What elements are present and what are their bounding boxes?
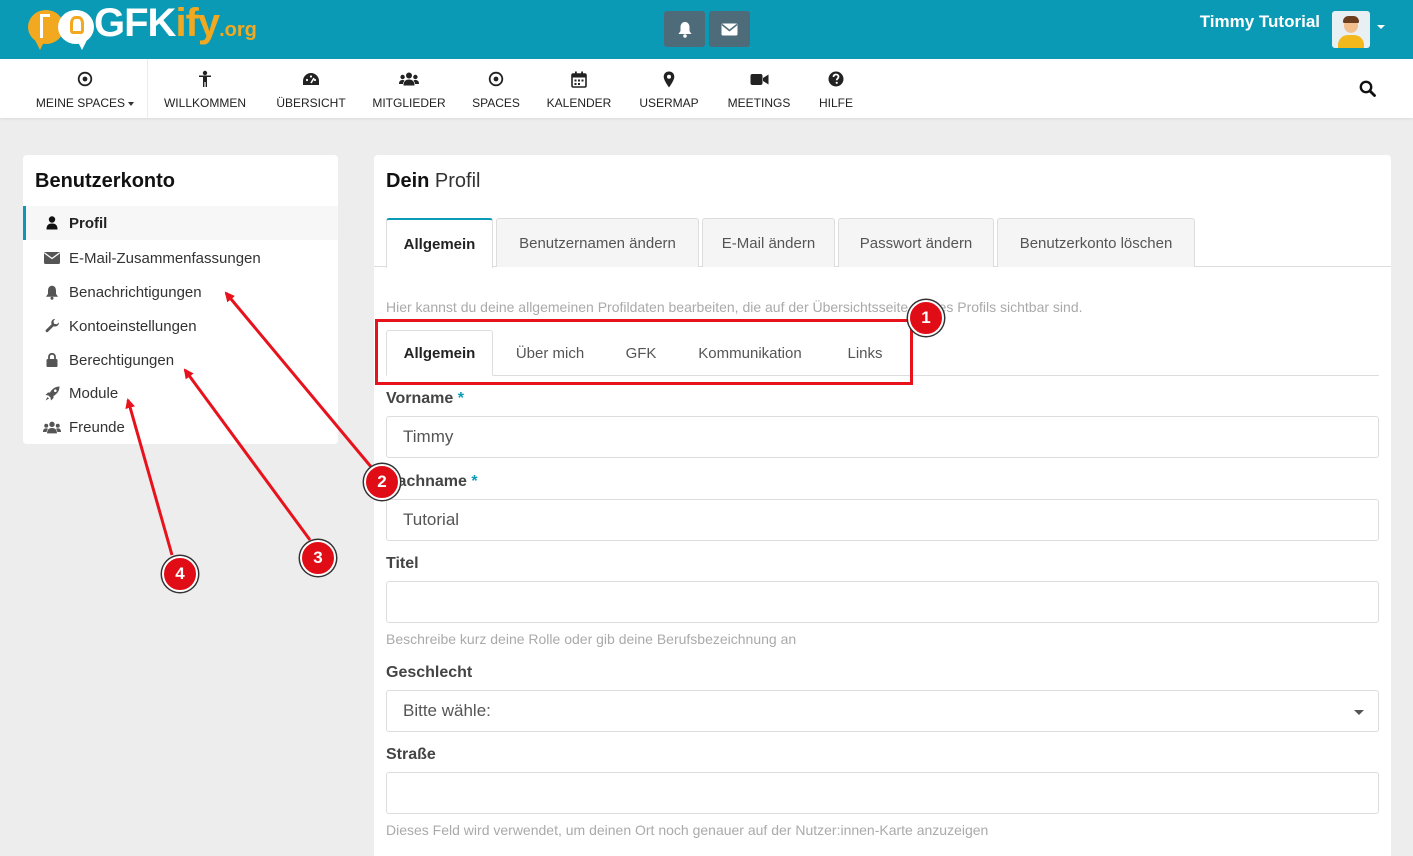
wrench-icon	[45, 318, 59, 332]
nav-item-meine-spaces[interactable]: MEINE SPACES	[30, 59, 140, 118]
subtab-ueber-mich[interactable]: Über mich	[498, 330, 602, 376]
geschlecht-selected-value: Bitte wähle:	[403, 701, 491, 720]
subtab-allgemein[interactable]: Allgemein	[386, 330, 493, 376]
envelope-icon	[44, 252, 60, 264]
strasse-field[interactable]	[386, 772, 1379, 814]
nav-label: USERMAP	[639, 96, 699, 110]
messages-button[interactable]	[709, 11, 750, 47]
chevron-down-icon[interactable]	[1377, 25, 1385, 29]
geschlecht-select[interactable]: Bitte wähle:	[386, 690, 1379, 732]
vorname-label: Vorname *	[386, 390, 464, 407]
sidebar-item-module[interactable]: Module	[23, 376, 338, 410]
subtab-kommunikation[interactable]: Kommunikation	[680, 330, 820, 376]
logo-mark-icon	[28, 8, 94, 52]
person-icon	[199, 70, 211, 87]
page-title: Dein Profil	[386, 170, 481, 192]
envelope-icon	[721, 23, 738, 35]
nav-divider	[147, 59, 148, 118]
subtab-gfk[interactable]: GFK	[612, 330, 670, 376]
avatar[interactable]	[1332, 11, 1370, 48]
tab-allgemein[interactable]: Allgemein	[386, 218, 493, 268]
users-icon	[43, 421, 61, 433]
sidebar-item-label: Module	[69, 384, 119, 402]
nav-label: SPACES	[472, 96, 520, 110]
bell-icon	[46, 285, 58, 300]
video-camera-icon	[750, 73, 768, 85]
sidebar-item-profil[interactable]: Profil	[23, 206, 338, 240]
rocket-icon	[45, 386, 59, 400]
logo-text: GFKify.org	[94, 1, 257, 45]
nav-label: KALENDER	[546, 96, 612, 110]
sidebar-item-email-zusammenfassungen[interactable]: E-Mail-Zusammenfassungen	[23, 241, 338, 275]
nav-item-usermap[interactable]: USERMAP	[632, 59, 706, 118]
titel-help-text: Beschreibe kurz deine Rolle oder gib dei…	[386, 631, 797, 647]
caret-down-icon	[128, 101, 135, 106]
account-menu-title: Benutzerkonto	[35, 170, 175, 192]
geschlecht-label: Geschlecht	[386, 664, 473, 681]
sidebar-item-label: Berechtigungen	[69, 351, 175, 369]
nachname-field[interactable]: Tutorial	[386, 499, 1379, 541]
titel-label: Titel	[386, 555, 419, 572]
tab-passwort-aendern[interactable]: Passwort ändern	[838, 218, 994, 267]
profile-panel: Dein Profil Allgemein Benutzernamen ände…	[374, 155, 1391, 856]
nav-label: HILFE	[818, 96, 853, 110]
profile-hint-text: Hier kannst du deine allgemeinen Profild…	[386, 299, 1083, 315]
dashboard-icon	[303, 73, 319, 85]
user-name[interactable]: Timmy Tutorial	[1170, 12, 1320, 32]
top-bar: GFKify.org Timmy Tutorial	[0, 0, 1413, 59]
tab-benutzerkonto-loeschen[interactable]: Benutzerkonto löschen	[997, 218, 1195, 267]
lock-icon	[46, 353, 58, 367]
vorname-field[interactable]: Timmy	[386, 416, 1379, 458]
nav-label: MEINE SPACES	[35, 96, 126, 110]
subtab-links[interactable]: Links	[830, 330, 900, 376]
search-icon[interactable]	[1359, 80, 1376, 97]
target-icon	[488, 71, 504, 87]
users-icon	[399, 72, 419, 86]
sidebar-item-label: Benachrichtigungen	[69, 283, 202, 301]
nav-label: MEETINGS	[727, 96, 791, 110]
nav-label: ÜBERSICHT	[276, 96, 346, 110]
titel-field[interactable]	[386, 581, 1379, 623]
main-navigation: MEINE SPACES WILLKOMMEN ÜBERSICHT MITGLI…	[0, 59, 1413, 118]
strasse-help-text: Dieses Feld wird verwendet, um deinen Or…	[386, 822, 989, 838]
question-circle-icon	[828, 71, 844, 87]
annotation-badge-3: 3	[300, 540, 336, 576]
caret-down-icon	[1354, 710, 1364, 715]
account-menu-panel: Benutzerkonto Profil E-Mail-Zusammenfass…	[23, 155, 338, 444]
target-icon	[77, 71, 93, 87]
tab-email-aendern[interactable]: E-Mail ändern	[702, 218, 835, 267]
annotation-badge-4: 4	[162, 556, 198, 592]
sidebar-item-label: E-Mail-Zusammenfassungen	[69, 249, 261, 267]
nav-item-meetings[interactable]: MEETINGS	[720, 59, 798, 118]
calendar-icon	[571, 71, 587, 88]
gfkify-logo[interactable]: GFKify.org	[28, 1, 257, 52]
nav-item-uebersicht[interactable]: ÜBERSICHT	[268, 59, 354, 118]
nav-item-kalender[interactable]: KALENDER	[540, 59, 618, 118]
sidebar-item-kontoeinstellungen[interactable]: Kontoeinstellungen	[23, 309, 338, 343]
nav-item-mitglieder[interactable]: MITGLIEDER	[364, 59, 454, 118]
notifications-button[interactable]	[664, 11, 705, 47]
sidebar-item-berechtigungen[interactable]: Berechtigungen	[23, 343, 338, 377]
sidebar-item-freunde[interactable]: Freunde	[23, 410, 338, 444]
sidebar-item-benachrichtigungen[interactable]: Benachrichtigungen	[23, 275, 338, 309]
nav-item-spaces[interactable]: SPACES	[466, 59, 526, 118]
nav-label: WILLKOMMEN	[163, 96, 246, 110]
user-icon	[46, 216, 58, 230]
nav-item-willkommen[interactable]: WILLKOMMEN	[155, 59, 255, 118]
sidebar-item-label: Kontoeinstellungen	[69, 317, 197, 335]
map-marker-icon	[663, 71, 675, 87]
nav-label: MITGLIEDER	[372, 96, 446, 110]
sidebar-item-label: Freunde	[69, 418, 125, 436]
nav-item-hilfe[interactable]: HILFE	[810, 59, 862, 118]
bell-icon	[678, 21, 691, 38]
strasse-label: Straße	[386, 746, 436, 763]
sidebar-item-label: Profil	[69, 214, 108, 232]
tab-benutzernamen-aendern[interactable]: Benutzernamen ändern	[496, 218, 699, 267]
nachname-label: Nachname *	[386, 473, 478, 490]
